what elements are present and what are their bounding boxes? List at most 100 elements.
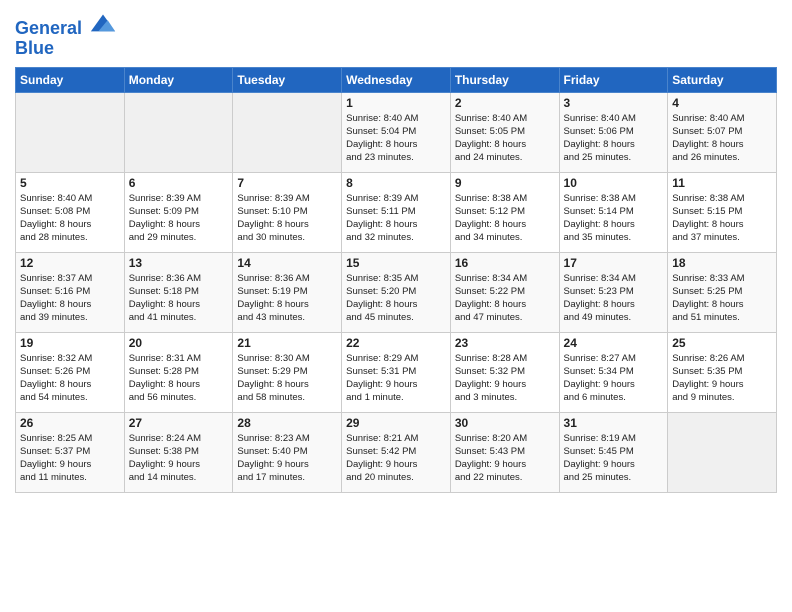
day-number: 27 — [129, 416, 229, 430]
day-number: 18 — [672, 256, 772, 270]
logo-blue: Blue — [15, 39, 117, 59]
weekday-header-thursday: Thursday — [450, 67, 559, 92]
calendar-cell: 11Sunrise: 8:38 AM Sunset: 5:15 PM Dayli… — [668, 172, 777, 252]
day-number: 16 — [455, 256, 555, 270]
day-info: Sunrise: 8:40 AM Sunset: 5:07 PM Dayligh… — [672, 112, 772, 165]
calendar-cell: 17 Sunrise: 8:34 AM Sunset: 5:23 PM Dayli… — [559, 252, 668, 332]
weekday-header-tuesday: Tuesday — [233, 67, 342, 92]
day-number: 12 — [20, 256, 120, 270]
calendar-cell: 3 Sunrise: 8:40 AM Sunset: 5:06 PM Daylig… — [559, 92, 668, 172]
day-info: Sunrise: 8:40 AM Sunset: 5:05 PM Dayligh… — [455, 112, 555, 165]
day-info: Sunrise: 8:35 AM Sunset: 5:20 PM Dayligh… — [346, 272, 446, 325]
calendar-cell: 12Sunrise: 8:37 AM Sunset: 5:16 PM Dayli… — [16, 252, 125, 332]
calendar-cell: 20 Sunrise: 8:31 AM Sunset: 5:28 PM Dayli… — [124, 332, 233, 412]
calendar-cell: 30 Sunrise: 8:20 AM Sunset: 5:43 PM Dayli… — [450, 412, 559, 492]
day-info: Sunrise: 8:29 AM Sunset: 5:31 PM Dayligh… — [346, 352, 446, 405]
calendar-cell: 21 Sunrise: 8:30 AM Sunset: 5:29 PM Dayli… — [233, 332, 342, 412]
week-row-4: 19 Sunrise: 8:32 AM Sunset: 5:26 PM Dayli… — [16, 332, 777, 412]
day-info: Sunrise: 8:40 AM Sunset: 5:06 PM Dayligh… — [564, 112, 664, 165]
calendar-cell — [124, 92, 233, 172]
day-number: 19 — [20, 336, 120, 350]
calendar-cell: 10 Sunrise: 8:38 AM Sunset: 5:14 PM Dayli… — [559, 172, 668, 252]
calendar-cell: 15Sunrise: 8:35 AM Sunset: 5:20 PM Dayli… — [342, 252, 451, 332]
day-number: 20 — [129, 336, 229, 350]
logo-icon — [89, 10, 117, 34]
day-info: Sunrise: 8:38 AM Sunset: 5:14 PM Dayligh… — [564, 192, 664, 245]
weekday-header-sunday: Sunday — [16, 67, 125, 92]
day-info: Sunrise: 8:20 AM Sunset: 5:43 PM Dayligh… — [455, 432, 555, 485]
day-number: 25 — [672, 336, 772, 350]
day-info: Sunrise: 8:40 AM Sunset: 5:04 PM Dayligh… — [346, 112, 446, 165]
day-info: Sunrise: 8:28 AM Sunset: 5:32 PM Dayligh… — [455, 352, 555, 405]
calendar-body: 1 Sunrise: 8:40 AM Sunset: 5:04 PM Daylig… — [16, 92, 777, 492]
calendar-cell: 2 Sunrise: 8:40 AM Sunset: 5:05 PM Daylig… — [450, 92, 559, 172]
day-info: Sunrise: 8:21 AM Sunset: 5:42 PM Dayligh… — [346, 432, 446, 485]
calendar-cell: 5 Sunrise: 8:40 AM Sunset: 5:08 PM Daylig… — [16, 172, 125, 252]
day-number: 6 — [129, 176, 229, 190]
day-info: Sunrise: 8:27 AM Sunset: 5:34 PM Dayligh… — [564, 352, 664, 405]
day-number: 28 — [237, 416, 337, 430]
day-info: Sunrise: 8:39 AM Sunset: 5:09 PM Dayligh… — [129, 192, 229, 245]
calendar-cell: 28Sunrise: 8:23 AM Sunset: 5:40 PM Dayli… — [233, 412, 342, 492]
day-info: Sunrise: 8:38 AM Sunset: 5:12 PM Dayligh… — [455, 192, 555, 245]
day-number: 22 — [346, 336, 446, 350]
day-info: Sunrise: 8:36 AM Sunset: 5:19 PM Dayligh… — [237, 272, 337, 325]
day-number: 31 — [564, 416, 664, 430]
day-number: 13 — [129, 256, 229, 270]
day-info: Sunrise: 8:24 AM Sunset: 5:38 PM Dayligh… — [129, 432, 229, 485]
calendar-cell: 4Sunrise: 8:40 AM Sunset: 5:07 PM Daylig… — [668, 92, 777, 172]
calendar-cell: 25 Sunrise: 8:26 AM Sunset: 5:35 PM Dayli… — [668, 332, 777, 412]
day-info: Sunrise: 8:40 AM Sunset: 5:08 PM Dayligh… — [20, 192, 120, 245]
calendar-cell: 19 Sunrise: 8:32 AM Sunset: 5:26 PM Dayli… — [16, 332, 125, 412]
weekday-header-monday: Monday — [124, 67, 233, 92]
calendar-cell: 14Sunrise: 8:36 AM Sunset: 5:19 PM Dayli… — [233, 252, 342, 332]
day-info: Sunrise: 8:26 AM Sunset: 5:35 PM Dayligh… — [672, 352, 772, 405]
day-number: 23 — [455, 336, 555, 350]
day-number: 8 — [346, 176, 446, 190]
day-info: Sunrise: 8:38 AM Sunset: 5:15 PM Dayligh… — [672, 192, 772, 245]
day-number: 2 — [455, 96, 555, 110]
day-number: 10 — [564, 176, 664, 190]
calendar-cell — [233, 92, 342, 172]
calendar-cell: 8 Sunrise: 8:39 AM Sunset: 5:11 PM Daylig… — [342, 172, 451, 252]
calendar-cell — [668, 412, 777, 492]
day-info: Sunrise: 8:39 AM Sunset: 5:11 PM Dayligh… — [346, 192, 446, 245]
calendar-cell: 23 Sunrise: 8:28 AM Sunset: 5:32 PM Dayli… — [450, 332, 559, 412]
calendar-cell: 7Sunrise: 8:39 AM Sunset: 5:10 PM Daylig… — [233, 172, 342, 252]
calendar-cell — [16, 92, 125, 172]
logo: General Blue — [15, 10, 117, 59]
day-number: 5 — [20, 176, 120, 190]
day-info: Sunrise: 8:31 AM Sunset: 5:28 PM Dayligh… — [129, 352, 229, 405]
day-number: 1 — [346, 96, 446, 110]
weekday-header-saturday: Saturday — [668, 67, 777, 92]
day-info: Sunrise: 8:33 AM Sunset: 5:25 PM Dayligh… — [672, 272, 772, 325]
calendar-cell: 6 Sunrise: 8:39 AM Sunset: 5:09 PM Daylig… — [124, 172, 233, 252]
day-info: Sunrise: 8:32 AM Sunset: 5:26 PM Dayligh… — [20, 352, 120, 405]
day-number: 17 — [564, 256, 664, 270]
week-row-3: 12Sunrise: 8:37 AM Sunset: 5:16 PM Dayli… — [16, 252, 777, 332]
day-number: 29 — [346, 416, 446, 430]
day-info: Sunrise: 8:25 AM Sunset: 5:37 PM Dayligh… — [20, 432, 120, 485]
day-number: 3 — [564, 96, 664, 110]
calendar-table: SundayMondayTuesdayWednesdayThursdayFrid… — [15, 67, 777, 493]
weekday-header-row: SundayMondayTuesdayWednesdayThursdayFrid… — [16, 67, 777, 92]
logo-blue-text: Blue — [15, 38, 54, 58]
day-info: Sunrise: 8:34 AM Sunset: 5:23 PM Dayligh… — [564, 272, 664, 325]
day-number: 21 — [237, 336, 337, 350]
logo-text: General — [15, 10, 117, 39]
week-row-2: 5 Sunrise: 8:40 AM Sunset: 5:08 PM Daylig… — [16, 172, 777, 252]
day-info: Sunrise: 8:30 AM Sunset: 5:29 PM Dayligh… — [237, 352, 337, 405]
day-info: Sunrise: 8:34 AM Sunset: 5:22 PM Dayligh… — [455, 272, 555, 325]
logo-general: General — [15, 18, 82, 38]
week-row-5: 26Sunrise: 8:25 AM Sunset: 5:37 PM Dayli… — [16, 412, 777, 492]
calendar-cell: 26Sunrise: 8:25 AM Sunset: 5:37 PM Dayli… — [16, 412, 125, 492]
calendar-cell: 1 Sunrise: 8:40 AM Sunset: 5:04 PM Daylig… — [342, 92, 451, 172]
main-container: General Blue SundayMondayTuesdayWednesda… — [0, 0, 792, 503]
day-info: Sunrise: 8:36 AM Sunset: 5:18 PM Dayligh… — [129, 272, 229, 325]
weekday-header-friday: Friday — [559, 67, 668, 92]
day-number: 30 — [455, 416, 555, 430]
calendar-cell: 9Sunrise: 8:38 AM Sunset: 5:12 PM Daylig… — [450, 172, 559, 252]
calendar-cell: 27 Sunrise: 8:24 AM Sunset: 5:38 PM Dayli… — [124, 412, 233, 492]
week-row-1: 1 Sunrise: 8:40 AM Sunset: 5:04 PM Daylig… — [16, 92, 777, 172]
day-number: 24 — [564, 336, 664, 350]
